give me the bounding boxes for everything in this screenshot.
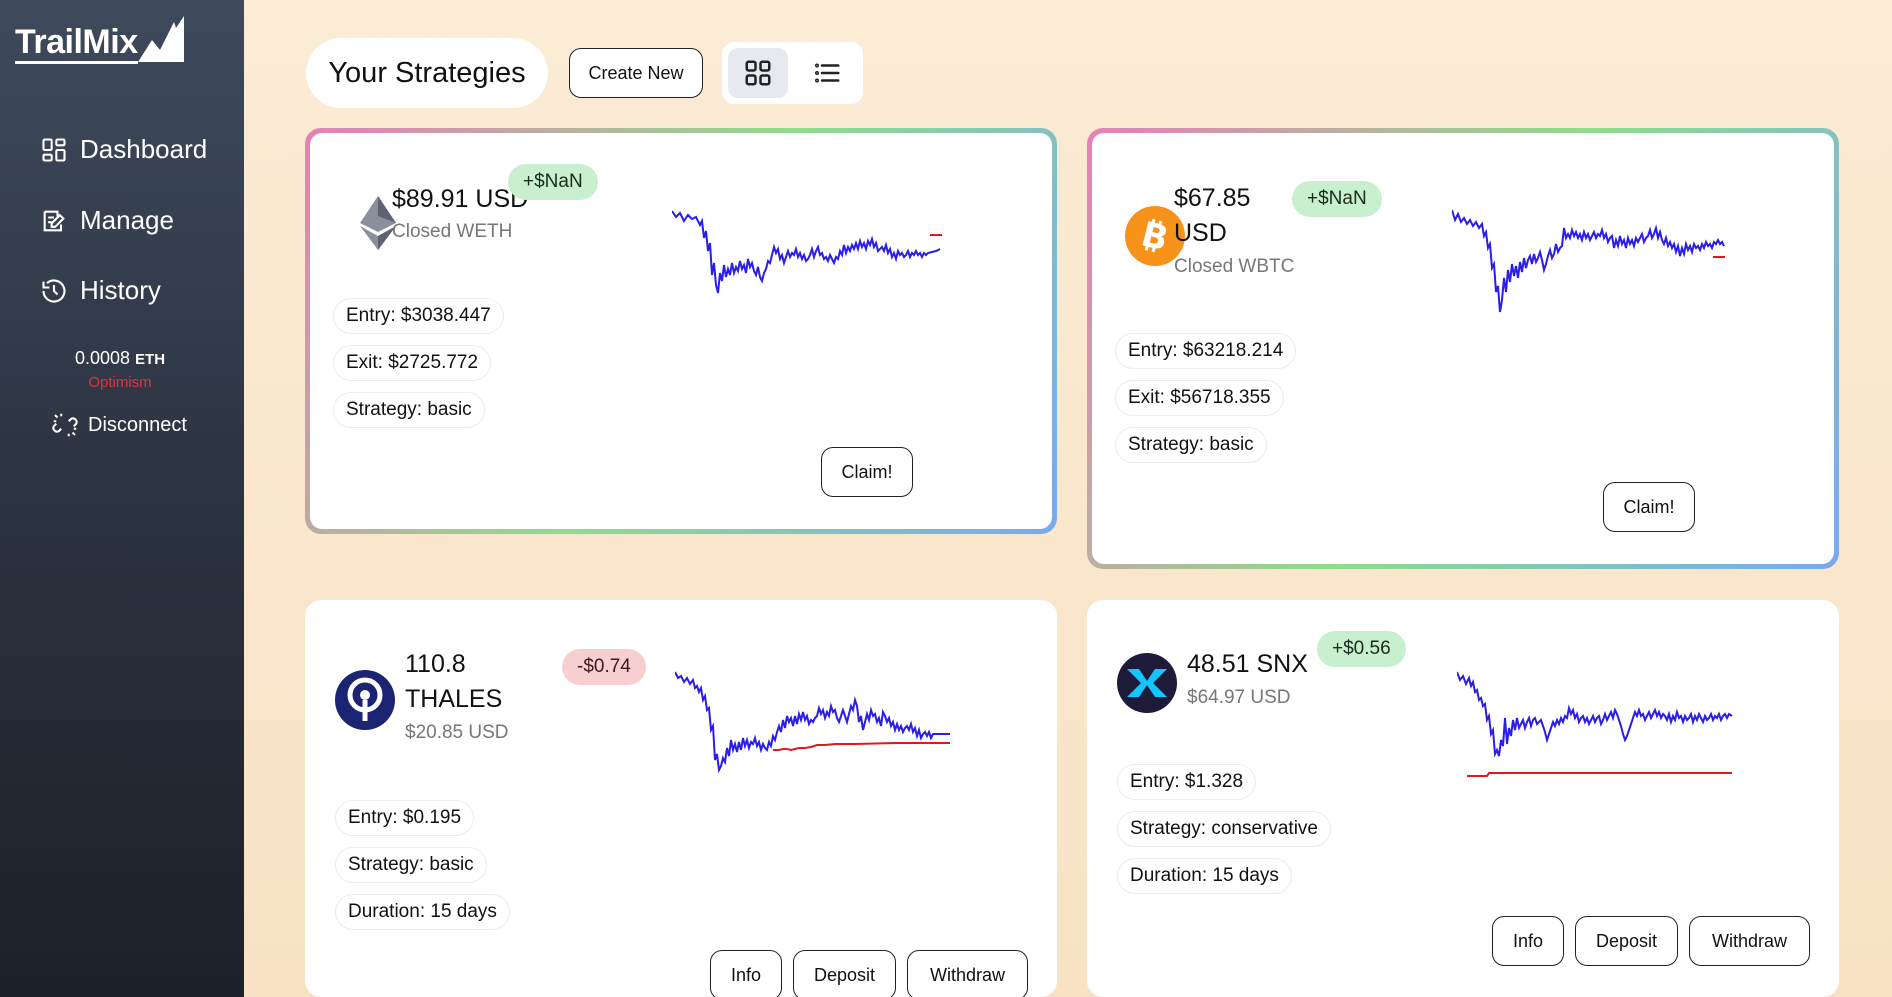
create-new-button[interactable]: Create New: [569, 48, 703, 98]
deposit-button[interactable]: Deposit: [1575, 916, 1678, 966]
stop-loss-line: [773, 742, 950, 752]
strategy-card-wbtc: B $67.85 USD Closed WBTC +$NaN Entry: $6…: [1087, 128, 1839, 569]
price-line: [1452, 209, 1725, 313]
page-title: Your Strategies: [306, 38, 548, 108]
balance-value: 0.0008: [74, 348, 131, 368]
list-view-icon: [815, 63, 840, 83]
position-amount: 48.51 SNX: [1187, 650, 1308, 678]
view-toggle: [722, 42, 863, 104]
stop-loss-line: [1467, 772, 1732, 777]
disconnect-label: Disconnect: [88, 413, 187, 436]
position-amount-line1: $67.85: [1174, 184, 1251, 212]
sidebar: TrailMix Dashboard Manage History 0.0008…: [0, 0, 244, 997]
entry-price-pill: Entry: $0.195: [335, 800, 475, 836]
claim-button[interactable]: Claim!: [821, 447, 913, 497]
price-sparkline: [672, 210, 942, 294]
mountain-logo-icon: [137, 16, 184, 62]
logo[interactable]: TrailMix: [15, 14, 184, 64]
price-sparkline: [1452, 209, 1725, 313]
dashboard-icon: [42, 137, 66, 162]
pnl-badge: +$0.56: [1317, 631, 1406, 667]
history-icon: [42, 278, 66, 303]
sidebar-item-label: Manage: [80, 205, 174, 235]
strategy-pill: Strategy: basic: [1115, 427, 1267, 463]
list-view-button[interactable]: [797, 48, 857, 98]
price-line: [675, 671, 950, 774]
entry-price-pill: Entry: $3038.447: [333, 298, 504, 334]
disconnect-button[interactable]: Disconnect: [50, 410, 187, 440]
strategy-pill: Strategy: basic: [333, 392, 485, 428]
synthetix-icon: [1117, 653, 1177, 713]
position-amount: $89.91 USD: [392, 185, 529, 213]
strategy-pill: Strategy: basic: [335, 847, 487, 883]
thales-icon: [335, 670, 395, 730]
logo-text: TrailMix: [15, 25, 138, 64]
info-button[interactable]: Info: [710, 950, 782, 997]
withdraw-button[interactable]: Withdraw: [907, 950, 1028, 997]
grid-view-icon: [745, 60, 771, 86]
disconnect-icon: [52, 413, 78, 437]
position-status: Closed WBTC: [1174, 256, 1295, 277]
strategy-card-snx: 48.51 SNX $64.97 USD +$0.56 Entry: $1.32…: [1087, 600, 1839, 997]
entry-price-pill: Entry: $1.328: [1117, 764, 1257, 800]
exit-price-pill: Exit: $2725.772: [333, 345, 492, 381]
position-usd-value: $64.97 USD: [1187, 687, 1291, 708]
manage-icon: [43, 210, 65, 231]
pnl-badge: +$NaN: [1292, 181, 1382, 217]
position-status: Closed WETH: [392, 221, 513, 242]
grid-view-button[interactable]: [728, 48, 788, 98]
pnl-badge: +$NaN: [508, 164, 598, 200]
withdraw-button[interactable]: Withdraw: [1689, 916, 1810, 966]
strategy-card-thales: 110.8 THALES $20.85 USD -$0.74 Entry: $0…: [305, 600, 1057, 997]
sidebar-item-dashboard[interactable]: Dashboard: [40, 134, 207, 165]
position-usd-value: $20.85 USD: [405, 722, 509, 743]
entry-price-pill: Entry: $63218.214: [1115, 333, 1297, 369]
duration-pill: Duration: 15 days: [335, 894, 510, 930]
balance-unit: ETH: [135, 351, 166, 368]
info-button[interactable]: Info: [1492, 916, 1564, 966]
position-amount: 110.8 THALES: [405, 647, 502, 717]
sidebar-item-manage[interactable]: Manage: [40, 205, 174, 236]
sidebar-item-label: History: [80, 275, 161, 305]
strategy-card-weth: $89.91 USD Closed WETH +$NaN Entry: $303…: [305, 128, 1057, 534]
claim-button[interactable]: Claim!: [1603, 482, 1695, 532]
price-line: [1457, 671, 1733, 758]
deposit-button[interactable]: Deposit: [793, 950, 896, 997]
position-amount-line2: USD: [1174, 219, 1227, 247]
price-sparkline: [1457, 671, 1733, 777]
position-amount-line1: 110.8: [405, 650, 466, 678]
strategy-pill: Strategy: conservative: [1117, 811, 1331, 847]
sidebar-item-history[interactable]: History: [40, 275, 161, 306]
pnl-badge: -$0.74: [562, 649, 646, 685]
position-amount-line2: THALES: [405, 685, 503, 713]
exit-price-pill: Exit: $56718.355: [1115, 380, 1284, 416]
network-label: Optimism: [88, 374, 152, 391]
duration-pill: Duration: 15 days: [1117, 858, 1292, 894]
position-amount: $67.85 USD: [1174, 181, 1250, 251]
wallet-balance: 0.0008 ETH: [0, 348, 240, 369]
sidebar-item-label: Dashboard: [80, 134, 208, 164]
price-line: [672, 210, 941, 294]
price-sparkline: [675, 671, 950, 774]
